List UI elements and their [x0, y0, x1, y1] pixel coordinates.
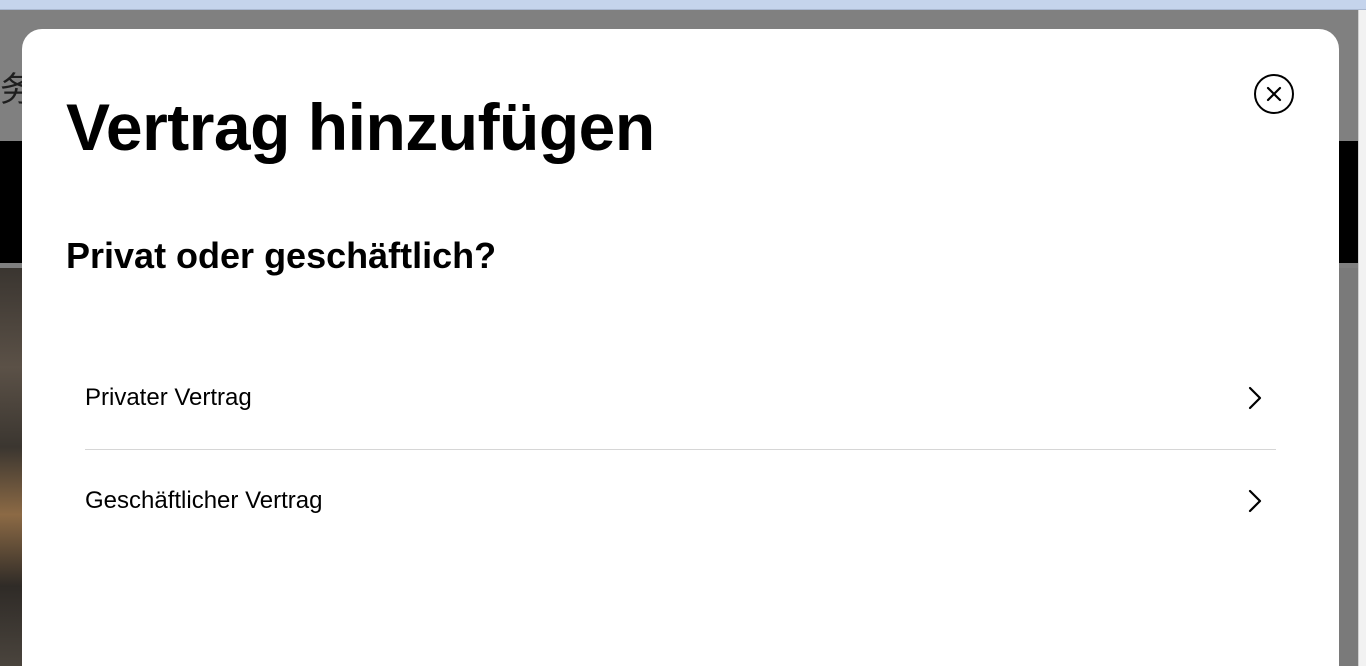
chevron-right-icon	[1244, 487, 1266, 515]
private-contract-option[interactable]: Privater Vertrag	[85, 346, 1276, 449]
page-scrollbar[interactable]	[1358, 10, 1366, 666]
dialog-subtitle: Privat oder geschäftlich?	[66, 235, 497, 276]
business-contract-option[interactable]: Geschäftlicher Vertrag	[85, 449, 1276, 552]
background-right-area	[1338, 268, 1358, 666]
close-button[interactable]	[1254, 74, 1294, 114]
add-contract-dialog: Vertrag hinzufügen Privat oder geschäftl…	[22, 29, 1339, 666]
browser-top-strip	[0, 0, 1366, 10]
background-photo	[0, 268, 22, 666]
option-label: Geschäftlicher Vertrag	[85, 487, 323, 514]
background-header-text: 务	[0, 70, 22, 110]
chevron-right-icon	[1244, 384, 1266, 412]
contract-type-list: Privater Vertrag Geschäftlicher Vertrag	[85, 346, 1276, 552]
option-label: Privater Vertrag	[85, 383, 252, 411]
close-icon	[1266, 86, 1282, 102]
dialog-title: Vertrag hinzufügen	[66, 90, 655, 164]
